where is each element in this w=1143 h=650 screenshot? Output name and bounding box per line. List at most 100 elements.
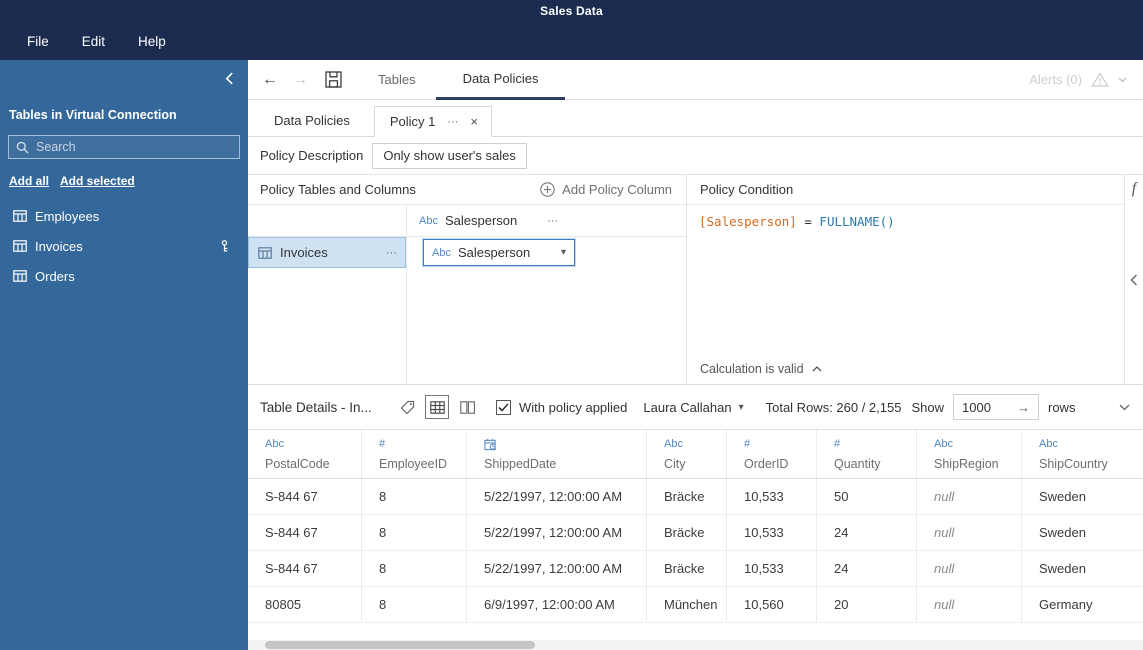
calculation-status[interactable]: Calculation is valid [687,354,1124,384]
calculation-status-label: Calculation is valid [700,362,804,376]
user-filter-dropdown[interactable]: Laura Callahan ▾ [643,400,743,415]
cell-value: München [664,597,718,612]
alerts-button[interactable]: Alerts (0) [1029,72,1127,87]
column-header-orderid[interactable]: # OrderID [727,430,817,478]
policy-column-dropdown[interactable]: Abc Salesperson ▾ [423,239,575,266]
menu-file[interactable]: File [27,34,49,49]
cards-view-button[interactable] [455,395,479,419]
table-cell: null [917,551,1022,586]
selected-column: Salesperson [457,245,531,260]
add-all-link[interactable]: Add all [9,174,49,188]
cell-value: S-844 67 [265,489,318,504]
column-header-quantity[interactable]: # Quantity [817,430,917,478]
sidebar-links: Add all Add selected [0,159,248,188]
policy-tables-header-row: Policy Tables and Columns Add Policy Col… [248,175,686,205]
back-button[interactable]: ← [262,71,278,88]
check-icon [498,402,509,412]
save-icon[interactable] [325,71,342,88]
table-cell: München [647,587,727,622]
table-cell: Germany [1022,587,1143,622]
add-selected-link[interactable]: Add selected [60,174,135,188]
scrollbar-thumb[interactable] [265,641,535,649]
top-toolbar: ← → Tables Data Policies Alerts (0) [248,60,1143,100]
policy-condition-editor[interactable]: [Salesperson] = FULLNAME() [687,205,1124,354]
column-header-shipcountry[interactable]: Abc ShipCountry [1022,430,1143,478]
row-limit-input[interactable]: 1000 → [953,394,1039,420]
sidebar-item-orders[interactable]: Orders [0,261,248,291]
grid-body: S-844 67 8 5/22/1997, 12:00:00 AM Bräcke 10,… [248,479,1143,623]
functions-panel-icon[interactable]: f [1125,175,1143,198]
expand-panel-button[interactable] [1130,274,1138,286]
table-details-title: Table Details - In... [260,399,372,415]
field-type-string-icon: Abc [432,246,451,259]
tab-policy-1[interactable]: Policy 1 ··· × [373,106,492,137]
search-input[interactable] [36,140,232,154]
with-policy-label: With policy applied [519,399,628,415]
table-cell: 50 [817,479,917,514]
search-box [8,135,240,159]
rows-label: rows [1048,399,1076,415]
sidebar-item-employees[interactable]: Employees [0,201,248,231]
tab-data-policies-home[interactable]: Data Policies [260,105,364,136]
tab-menu-icon[interactable]: ··· [447,116,458,128]
policy-column-header-cell: Abc Salesperson ··· [407,205,686,236]
cell-value: S-844 67 [265,525,318,540]
table-cell: 10,533 [727,551,817,586]
tab-label: Policy 1 [389,114,436,129]
menu-edit[interactable]: Edit [82,34,105,49]
policy-condition-header: Policy Condition [687,175,1124,205]
policy-table-invoices[interactable]: Invoices ··· [248,237,407,268]
cell-value: Sweden [1039,525,1086,540]
policy-condition-pane: Policy Condition [Salesperson] = FULLNAM… [687,175,1124,384]
add-policy-column-button[interactable]: Add Policy Column [540,182,672,197]
sidebar-item-invoices[interactable]: Invoices [0,231,248,261]
tab-tables[interactable]: Tables [378,72,416,87]
cell-value: 10,533 [744,489,784,504]
cell-value: Sweden [1039,489,1086,504]
table-cell: 20 [817,587,917,622]
cell-value: 8 [379,525,387,540]
horizontal-scrollbar[interactable] [248,640,1143,650]
data-grid: Abc PostalCode # EmployeeID ShippedDate Abc Ci… [248,430,1143,623]
alerts-label: Alerts (0) [1029,72,1082,87]
table-cell: 8 [362,479,467,514]
table-details-toolbar: Table Details - In... With policy applie… [248,385,1143,430]
condition-operator-token: = [796,214,820,229]
grid-view-button[interactable] [425,395,449,419]
column-name: EmployeeID [379,457,448,471]
cell-value: 8 [379,561,387,576]
empty-cell [248,205,407,236]
table-row: 80805 8 6/9/1997, 12:00:00 AM München 10,560… [248,587,1143,623]
add-policy-column-label: Add Policy Column [562,182,672,197]
column-name: ShippedDate [484,457,557,471]
with-policy-checkbox[interactable] [496,399,511,415]
table-cell: 8 [362,551,467,586]
chevron-down-icon [1118,77,1127,83]
condition-function-token: FULLNAME() [819,214,895,229]
add-circle-icon [540,182,555,197]
menu-help[interactable]: Help [138,34,166,49]
forward-button[interactable]: → [292,71,308,88]
cell-value: 80805 [265,597,302,612]
tag-icon[interactable] [400,400,415,415]
column-header-city[interactable]: Abc City [647,430,727,478]
cell-value: Bräcke [664,561,705,576]
column-header-employeeid[interactable]: # EmployeeID [362,430,467,478]
tab-data-policies[interactable]: Data Policies [435,60,566,100]
column-header-postalcode[interactable]: Abc PostalCode [248,430,362,478]
column-header-shipregion[interactable]: Abc ShipRegion [917,430,1022,478]
main-content: ← → Tables Data Policies Alerts (0) Data… [248,60,1143,650]
policy-description-input[interactable]: Only show user's sales [372,142,527,169]
table-row: S-844 67 8 5/22/1997, 12:00:00 AM Bräcke 10,… [248,551,1143,587]
table-cell: null [917,479,1022,514]
sidebar-collapse-button[interactable] [225,72,234,85]
column-name: ShipCountry [1039,457,1108,471]
field-type-datetime-icon [484,438,646,453]
collapse-details-button[interactable] [1119,404,1130,411]
column-menu-icon[interactable]: ··· [547,215,558,227]
close-icon[interactable]: × [470,114,478,129]
apply-arrow-icon[interactable]: → [1017,400,1030,415]
row-menu-icon[interactable]: ··· [386,247,397,259]
table-cell: 10,533 [727,515,817,550]
column-header-shippeddate[interactable]: ShippedDate [467,430,647,478]
